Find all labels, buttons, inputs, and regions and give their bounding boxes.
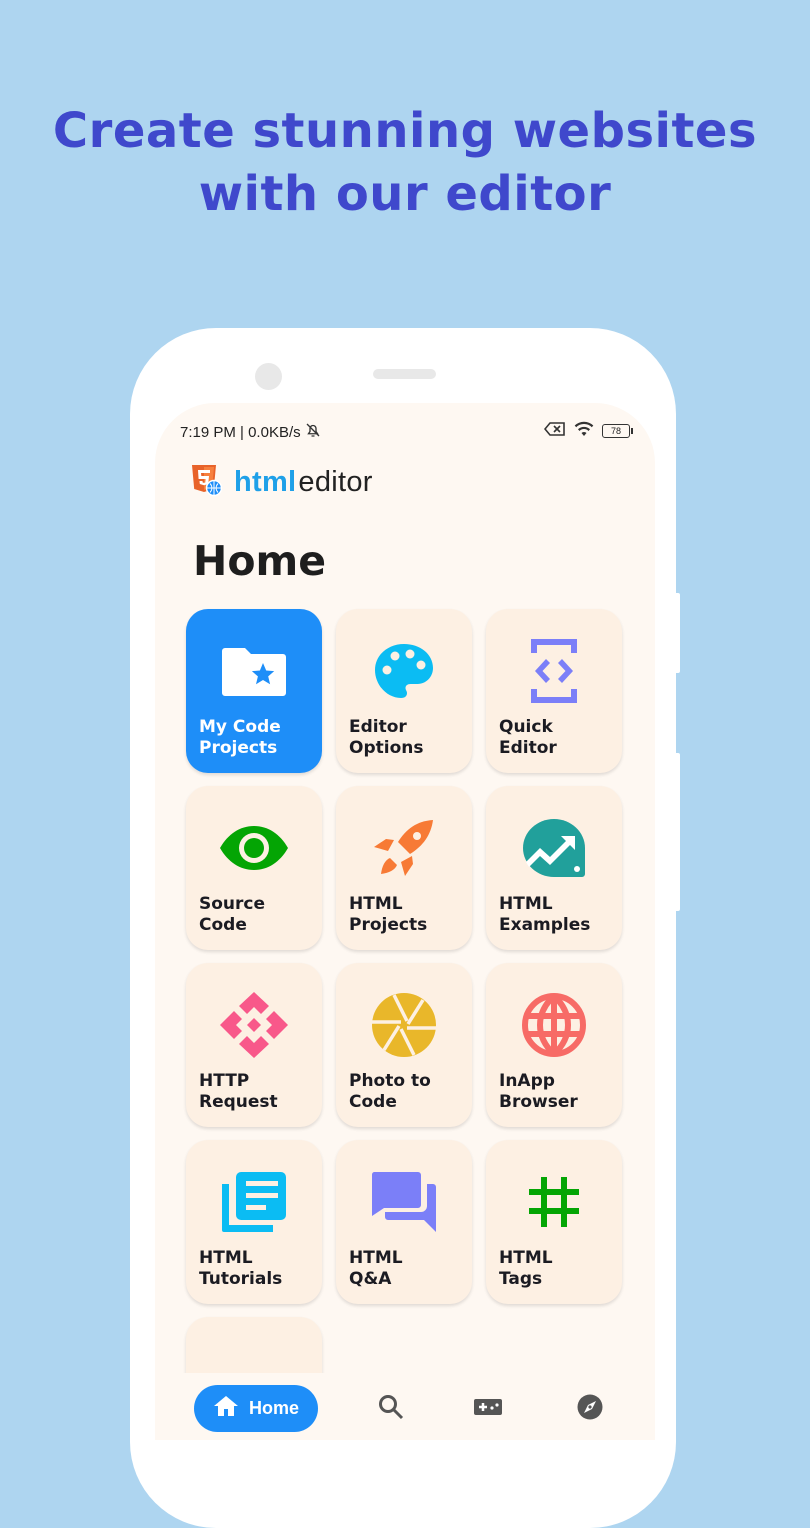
search-icon bbox=[378, 1394, 404, 1425]
trending-chat-icon bbox=[518, 812, 590, 884]
app-name: htmleditor bbox=[234, 466, 373, 498]
nav-home-label: Home bbox=[248, 1398, 299, 1418]
articles-icon bbox=[218, 1166, 290, 1238]
phone-screen: 7:19 PM | 0.0KB/s 78 htmleditor Home My … bbox=[155, 403, 655, 1440]
bell-off-icon bbox=[304, 421, 322, 443]
api-diamond-icon bbox=[218, 989, 290, 1061]
tile-label: HTML Tutorials bbox=[199, 1248, 283, 1289]
tile-label: HTML Tags bbox=[499, 1248, 553, 1289]
tile-label: Quick Editor bbox=[499, 717, 557, 758]
promo-headline: Create stunning websites with our editor bbox=[0, 100, 810, 226]
tile-inapp-browser[interactable]: InApp Browser bbox=[486, 963, 622, 1127]
status-time-speed: 7:19 PM | 0.0KB/s bbox=[180, 423, 301, 441]
html5-globe-logo-icon bbox=[190, 463, 223, 502]
tile-label: HTML Projects bbox=[349, 894, 428, 935]
tile-label: Editor Options bbox=[349, 717, 424, 758]
headline-line-1: Create stunning websites bbox=[52, 103, 758, 159]
volume-button bbox=[674, 593, 680, 673]
tile-html-examples[interactable]: HTML Examples bbox=[486, 786, 622, 950]
sim-no-signal-icon bbox=[543, 421, 566, 441]
tile-html-projects[interactable]: HTML Projects bbox=[336, 786, 472, 950]
tile-http-request[interactable]: HTTP Request bbox=[186, 963, 322, 1127]
compass-icon bbox=[577, 1394, 603, 1425]
forum-icon bbox=[368, 1166, 440, 1238]
globe-icon bbox=[518, 989, 590, 1061]
folder-star-icon bbox=[218, 635, 290, 707]
tile-my-code-projects[interactable]: My Code Projects bbox=[186, 609, 322, 773]
tile-quick-editor[interactable]: Quick Editor bbox=[486, 609, 622, 773]
earpiece-speaker bbox=[373, 369, 436, 379]
hashtag-icon bbox=[518, 1166, 590, 1238]
tile-label: HTML Examples bbox=[499, 894, 591, 935]
tile-html-tags[interactable]: HTML Tags bbox=[486, 1140, 622, 1304]
power-button bbox=[674, 753, 680, 911]
nav-games-button[interactable] bbox=[474, 1395, 502, 1423]
home-icon bbox=[213, 1395, 239, 1422]
battery-icon: 78 bbox=[602, 424, 633, 438]
camera-shutter-icon bbox=[368, 989, 440, 1061]
code-device-icon bbox=[518, 635, 590, 707]
tile-editor-options[interactable]: Editor Options bbox=[336, 609, 472, 773]
status-bar: 7:19 PM | 0.0KB/s 78 bbox=[180, 421, 633, 443]
nav-search-button[interactable] bbox=[377, 1394, 405, 1425]
tile-label: Source Code bbox=[199, 894, 266, 935]
headline-line-2: with our editor bbox=[198, 166, 612, 222]
tile-html-qa[interactable]: HTML Q&A bbox=[336, 1140, 472, 1304]
gamepad-icon bbox=[473, 1398, 503, 1421]
nav-home-button[interactable]: Home bbox=[194, 1385, 318, 1432]
front-camera bbox=[255, 363, 282, 390]
eye-icon bbox=[218, 812, 290, 884]
tile-label: HTTP Request bbox=[199, 1071, 278, 1112]
wifi-icon bbox=[574, 421, 594, 441]
bottom-navigation: Home bbox=[155, 1373, 655, 1440]
tile-label: My Code Projects bbox=[199, 717, 281, 758]
palette-icon bbox=[368, 635, 440, 707]
tile-label: Photo to Code bbox=[349, 1071, 431, 1112]
tile-label: HTML Q&A bbox=[349, 1248, 403, 1289]
page-title: Home bbox=[193, 537, 327, 585]
nav-explore-button[interactable] bbox=[576, 1394, 604, 1425]
tile-html-tutorials[interactable]: HTML Tutorials bbox=[186, 1140, 322, 1304]
app-logo: htmleditor bbox=[190, 463, 373, 502]
rocket-icon bbox=[368, 812, 440, 884]
tile-source-code[interactable]: Source Code bbox=[186, 786, 322, 950]
tile-photo-to-code[interactable]: Photo to Code bbox=[336, 963, 472, 1127]
tile-label: InApp Browser bbox=[499, 1071, 578, 1112]
